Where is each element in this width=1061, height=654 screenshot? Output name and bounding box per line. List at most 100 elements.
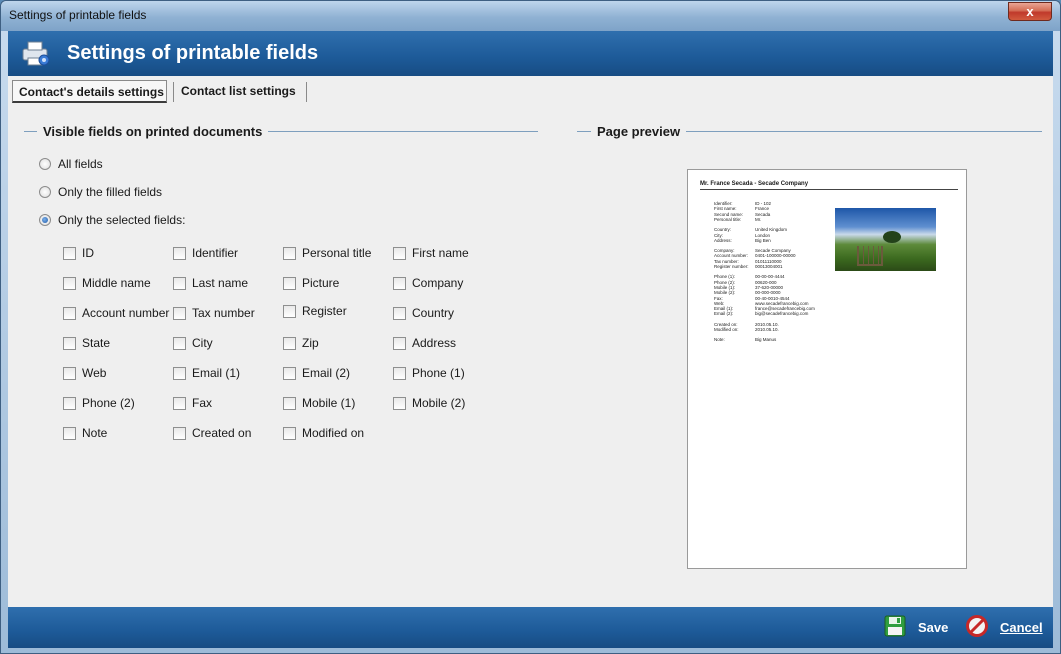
tab-separator bbox=[306, 82, 307, 102]
checkbox[interactable] bbox=[173, 307, 186, 320]
preview-field-label: Tax number: bbox=[714, 258, 739, 264]
preview-photo-tree bbox=[883, 231, 901, 243]
checkbox[interactable] bbox=[393, 277, 406, 290]
preview-field-value: 00-000-0000 bbox=[755, 290, 781, 296]
preview-field-value: 2010.05.10. bbox=[755, 321, 779, 327]
preview-field-row: Second name: Secada bbox=[714, 212, 770, 217]
checkbox[interactable] bbox=[63, 277, 76, 290]
checkbox[interactable] bbox=[283, 397, 296, 410]
page-preview-group-title: Page preview bbox=[591, 124, 687, 139]
checkbox[interactable] bbox=[63, 367, 76, 380]
checkbox[interactable] bbox=[63, 337, 76, 350]
radio-button[interactable] bbox=[39, 158, 51, 170]
preview-field-label: Account number: bbox=[714, 253, 749, 259]
preview-field-row: Identifier: ID - 102 bbox=[714, 201, 771, 206]
checkbox[interactable] bbox=[283, 247, 296, 260]
preview-field-value: ID - 102 bbox=[755, 201, 772, 206]
checkbox[interactable] bbox=[283, 305, 296, 318]
checkbox[interactable] bbox=[283, 277, 296, 290]
header-title: Settings of printable fields bbox=[67, 42, 319, 64]
preview-field-value: 00-00-00-4444 bbox=[755, 274, 785, 280]
checkbox[interactable] bbox=[173, 397, 186, 410]
checkbox[interactable] bbox=[63, 307, 76, 320]
preview-field-value: 37-620-00000 bbox=[755, 284, 784, 290]
preview-field-value: United Kingdom bbox=[755, 227, 788, 233]
tab-contact-list-settings[interactable]: Contact list settings bbox=[175, 80, 302, 103]
radio-button[interactable] bbox=[39, 214, 51, 226]
cancel-button[interactable]: Cancel bbox=[966, 614, 1046, 640]
preview-field-row: Register number: 00013004001 bbox=[714, 264, 783, 269]
checkbox[interactable] bbox=[393, 247, 406, 260]
checkbox-label: Created on bbox=[192, 426, 252, 440]
preview-field-value: www.secadefrancebig.com bbox=[755, 300, 809, 306]
checkbox[interactable] bbox=[63, 397, 76, 410]
preview-field-value: 00620-000 bbox=[755, 279, 777, 285]
checkbox[interactable] bbox=[173, 367, 186, 380]
preview-field-label: Register number: bbox=[714, 264, 749, 269]
checkbox-label: Fax bbox=[192, 396, 213, 410]
checkbox-label: Email (2) bbox=[302, 366, 351, 380]
checkbox[interactable] bbox=[63, 247, 76, 260]
preview-document-title: Mr. France Secada - Secade Company bbox=[700, 181, 809, 187]
preview-field-row: Account number: 0401-100000-00000 bbox=[714, 253, 796, 258]
checkbox-label: Mobile (1) bbox=[302, 396, 356, 410]
preview-field-value: Secade Company bbox=[755, 248, 791, 254]
checkbox[interactable] bbox=[63, 427, 76, 440]
preview-photo-gate bbox=[857, 246, 883, 266]
preview-field-value: big@secadefrancebig.com bbox=[755, 311, 809, 317]
cancel-icon bbox=[966, 615, 988, 637]
preview-field-label: Email (1): bbox=[714, 306, 734, 312]
checkbox-label: Phone (2) bbox=[82, 396, 135, 410]
checkbox-label: Mobile (2) bbox=[412, 396, 466, 410]
preview-field-label: Fax: bbox=[714, 295, 723, 301]
preview-field-row: Personal title: Mr. bbox=[714, 217, 761, 222]
title-bar[interactable]: Settings of printable fields x bbox=[1, 1, 1060, 31]
cancel-button-label: Cancel bbox=[1000, 620, 1043, 635]
preview-field-row: Modified on: 2010.05.10. bbox=[714, 327, 779, 332]
radio-label: Only the filled fields bbox=[58, 185, 163, 199]
checkbox[interactable] bbox=[173, 427, 186, 440]
preview-field-value: London bbox=[755, 232, 771, 238]
preview-field-row: Created on: 2010.05.10. bbox=[714, 322, 779, 327]
visible-fields-group-title: Visible fields on printed documents bbox=[37, 124, 269, 139]
preview-field-value: 00013004001 bbox=[755, 264, 783, 269]
preview-field-row: Company: Secade Company bbox=[714, 248, 791, 253]
checkbox[interactable] bbox=[283, 337, 296, 350]
checkbox[interactable] bbox=[173, 277, 186, 290]
preview-field-row: Phone (1): 00-00-00-4444 bbox=[714, 274, 785, 279]
preview-field-value: Mr. bbox=[755, 216, 762, 222]
checkbox[interactable] bbox=[393, 397, 406, 410]
preview-field-value: 2010.05.10. bbox=[755, 327, 779, 332]
preview-field-value: 00-40-0010-4544 bbox=[755, 295, 790, 301]
checkbox[interactable] bbox=[173, 247, 186, 260]
checkbox[interactable] bbox=[393, 367, 406, 380]
close-window-button[interactable]: x bbox=[1008, 2, 1052, 21]
dialog-window: Settings of printable fields x Settings … bbox=[0, 0, 1061, 654]
preview-field-row: Mobile (1): 37-620-00000 bbox=[714, 285, 783, 290]
preview-field-label: Phone (1): bbox=[714, 274, 736, 280]
preview-field-value: Big Manus bbox=[755, 337, 777, 343]
checkbox-label: Company bbox=[412, 276, 464, 290]
checkbox-label: Tax number bbox=[192, 306, 255, 320]
page-preview: Mr. France Secada - Secade Company Ident… bbox=[687, 169, 967, 569]
checkbox[interactable] bbox=[173, 337, 186, 350]
checkbox[interactable] bbox=[283, 427, 296, 440]
preview-field-label: Second name: bbox=[714, 211, 744, 217]
printer-settings-icon bbox=[22, 41, 50, 66]
checkbox[interactable] bbox=[393, 307, 406, 320]
checkbox-label: Address bbox=[412, 336, 457, 350]
preview-field-label: Personal title: bbox=[714, 216, 742, 222]
tab-contact-details-settings[interactable]: Contact's details settings bbox=[12, 80, 167, 103]
checkbox-label: ID bbox=[82, 246, 94, 260]
preview-field-label: Modified on: bbox=[714, 327, 739, 332]
radio-button[interactable] bbox=[39, 186, 51, 198]
preview-title-rule bbox=[700, 189, 958, 190]
checkbox[interactable] bbox=[283, 367, 296, 380]
checkbox-label: Phone (1) bbox=[412, 366, 465, 380]
preview-field-row: First name: France bbox=[714, 206, 769, 211]
checkbox-label: Note bbox=[82, 426, 108, 440]
preview-field-row: City: London bbox=[714, 233, 770, 238]
checkbox[interactable] bbox=[393, 337, 406, 350]
checkbox-label: Picture bbox=[302, 276, 340, 290]
save-button[interactable]: Save bbox=[884, 614, 954, 640]
